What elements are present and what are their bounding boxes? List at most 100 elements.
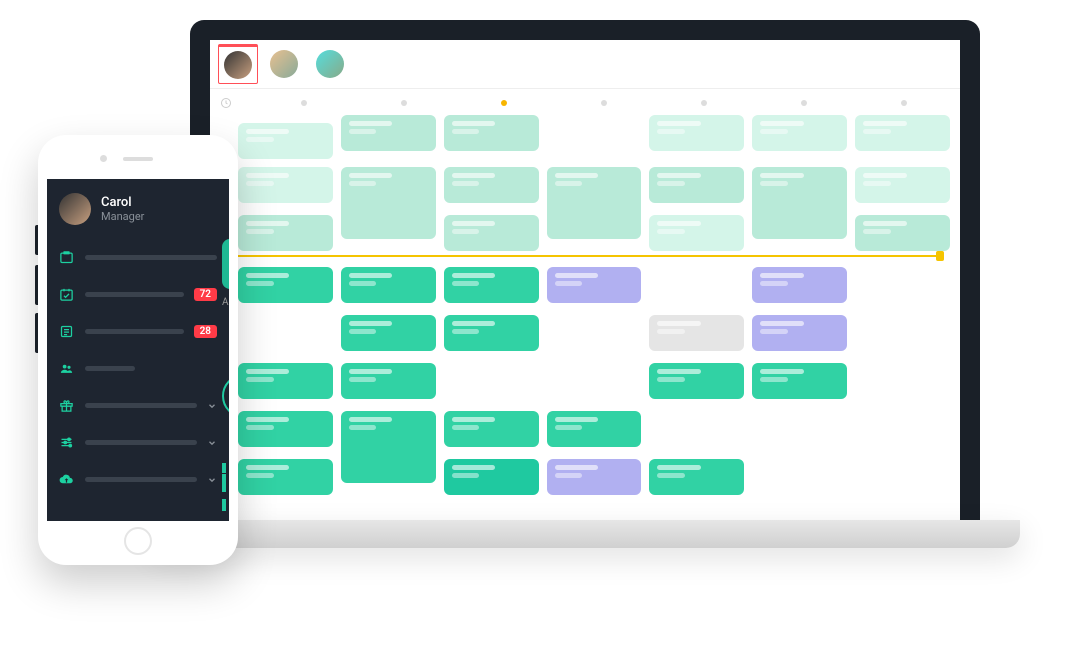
peek-card [222, 239, 229, 289]
calendar-column[interactable] [649, 115, 744, 515]
calendar-event[interactable] [238, 363, 333, 399]
calendar-event[interactable] [444, 315, 539, 351]
calendar-event[interactable] [341, 363, 436, 399]
users-icon [59, 361, 75, 376]
calendar-event[interactable] [341, 267, 436, 303]
avatar-icon [316, 50, 344, 78]
calendar-tab-user2[interactable] [264, 44, 304, 84]
calendar-event[interactable] [649, 215, 744, 251]
calendar-event[interactable] [341, 115, 436, 151]
sliders-icon [59, 435, 75, 450]
menu-placeholder-line [85, 329, 184, 334]
calendar-columns [238, 115, 950, 515]
calendar-day-header [220, 97, 950, 109]
calendar-event[interactable] [238, 411, 333, 447]
sidebar-item-gift[interactable] [57, 387, 219, 424]
laptop-device [150, 20, 1020, 580]
calendar-event[interactable] [444, 167, 539, 203]
chevron-down-icon [207, 475, 217, 485]
calendar-event[interactable] [649, 115, 744, 151]
cloud-upload-icon [59, 472, 75, 487]
calendar-tab-user3[interactable] [310, 44, 350, 84]
menu-placeholder-line [85, 292, 184, 297]
calendar-event[interactable] [341, 167, 436, 239]
calendar-event[interactable] [547, 411, 642, 447]
calendar-event[interactable] [341, 411, 436, 483]
calendar-event[interactable] [444, 459, 539, 495]
peek-bar-chart [222, 454, 229, 511]
avatar-icon [270, 50, 298, 78]
calendar-event[interactable] [444, 215, 539, 251]
calendar-event[interactable] [855, 115, 950, 151]
calendar-body[interactable] [220, 115, 950, 515]
phone-device: Carol Manager 7228 Aug 7 [38, 135, 238, 565]
chevron-down-icon [207, 401, 217, 411]
calendar-event[interactable] [752, 167, 847, 239]
notification-badge: 28 [194, 325, 217, 338]
calendar-event[interactable] [238, 215, 333, 251]
calendar-event[interactable] [238, 167, 333, 203]
calendar-event[interactable] [444, 267, 539, 303]
phone-home-button[interactable] [124, 527, 152, 555]
notification-badge: 72 [194, 288, 217, 301]
calendar-app [210, 40, 960, 520]
calendar-column[interactable] [341, 115, 436, 515]
calendar-event[interactable] [649, 167, 744, 203]
peek-month-label: Aug [222, 297, 229, 308]
calendar-event[interactable] [752, 267, 847, 303]
calendar-event[interactable] [752, 315, 847, 351]
calendar-tab-user1[interactable] [218, 44, 258, 84]
calendar-event[interactable] [444, 115, 539, 151]
phone-speaker [123, 157, 153, 161]
calendar-event[interactable] [855, 167, 950, 203]
id-card-icon [59, 250, 75, 265]
sidebar-item-list[interactable]: 28 [57, 313, 219, 350]
menu-placeholder-line [85, 440, 197, 445]
calendar-column[interactable] [444, 115, 539, 515]
calendar-event[interactable] [547, 267, 642, 303]
calendar-event[interactable] [238, 267, 333, 303]
calendar-user-tabs [210, 40, 960, 89]
calendar-event[interactable] [752, 363, 847, 399]
calendar-event[interactable] [341, 315, 436, 351]
calendar-event[interactable] [649, 459, 744, 495]
phone-side-button [35, 225, 38, 255]
calendar-column[interactable] [547, 115, 642, 515]
calendar-event[interactable] [855, 215, 950, 251]
laptop-base [150, 520, 1020, 548]
laptop-screen-bezel [190, 20, 980, 520]
sidebar-menu: 72 28 [47, 239, 229, 498]
avatar-icon [224, 51, 252, 79]
profile-name: Carol [101, 195, 144, 210]
calendar-event[interactable] [752, 115, 847, 151]
calendar-event[interactable] [238, 459, 333, 495]
menu-placeholder-line [85, 366, 135, 371]
phone-volume-up [35, 265, 38, 305]
gift-icon [59, 398, 75, 413]
calendar-event[interactable] [238, 123, 333, 159]
calendar-event[interactable] [444, 411, 539, 447]
phone-camera [100, 155, 107, 162]
menu-placeholder-line [85, 255, 217, 260]
sidebar-item-sliders[interactable] [57, 424, 219, 461]
calendar-check-icon [59, 287, 75, 302]
calendar-column[interactable] [855, 115, 950, 515]
calendar-column[interactable] [238, 115, 333, 515]
sidebar-item-calendar-check[interactable]: 72 [57, 276, 219, 313]
calendar-grid [210, 89, 960, 519]
menu-placeholder-line [85, 403, 197, 408]
profile-header[interactable]: Carol Manager [47, 179, 229, 239]
calendar-column[interactable] [752, 115, 847, 515]
sidebar-item-cloud-upload[interactable] [57, 461, 219, 498]
now-indicator [230, 255, 940, 257]
calendar-event[interactable] [547, 167, 642, 239]
sidebar-item-users[interactable] [57, 350, 219, 387]
clock-icon [220, 97, 232, 109]
day-dots [258, 100, 950, 106]
calendar-event[interactable] [649, 315, 744, 351]
sidebar-item-id-card[interactable] [57, 239, 219, 276]
calendar-event[interactable] [547, 459, 642, 495]
calendar-event[interactable] [649, 363, 744, 399]
chevron-down-icon [207, 438, 217, 448]
profile-role: Manager [101, 210, 144, 223]
